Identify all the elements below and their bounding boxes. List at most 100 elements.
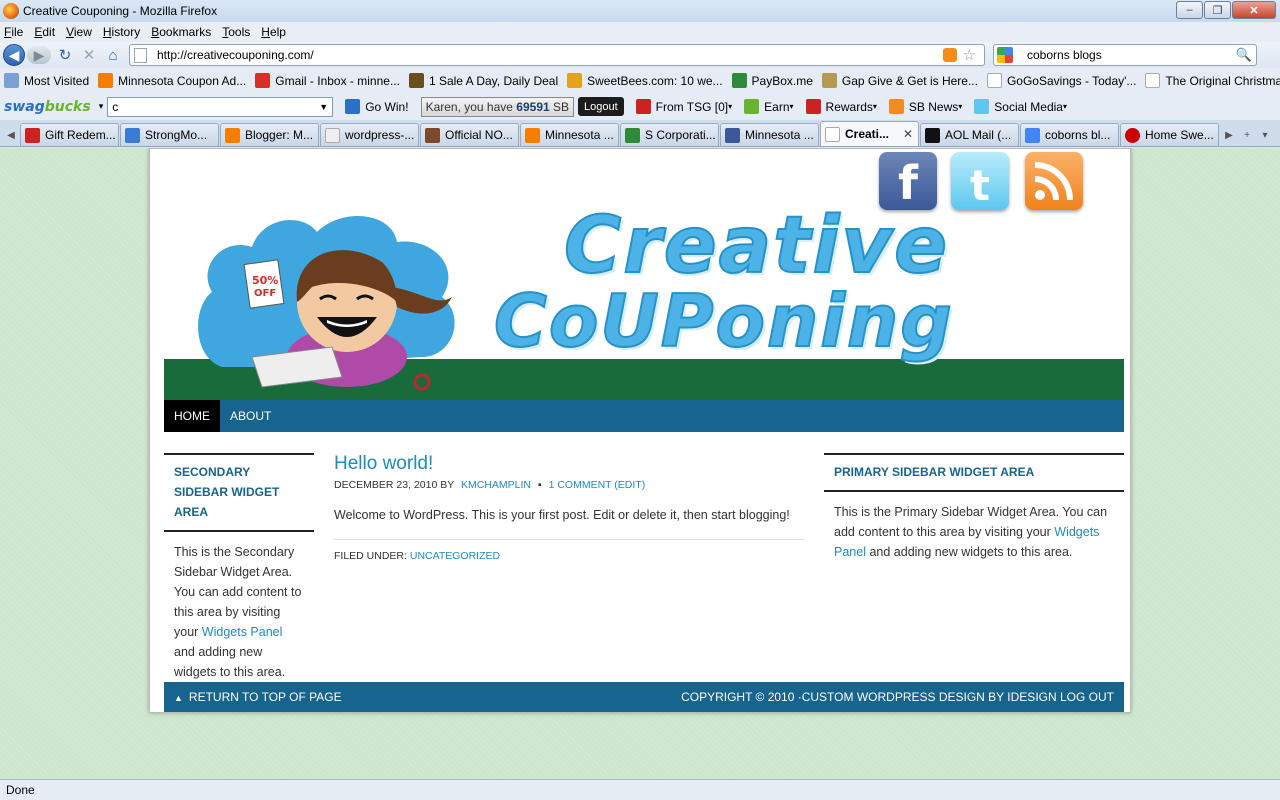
logout-button[interactable]: Logout <box>578 97 624 116</box>
post-meta: DECEMBER 23, 2010 BY KMCHAMPLIN ▪ 1 COMM… <box>334 479 804 491</box>
search-icon[interactable]: 🔍 <box>1236 47 1252 63</box>
sb-news-menu[interactable]: SB News ▾ <box>888 99 962 114</box>
bookmark-item[interactable]: 1 Sale A Day, Daily Deal <box>408 73 558 88</box>
bookmark-item[interactable]: SweetBees.com: 10 we... <box>567 73 723 88</box>
social-icon <box>974 99 990 114</box>
status-text: Done <box>6 783 35 797</box>
rss-icon[interactable] <box>1025 152 1083 210</box>
gmail-icon <box>255 73 271 88</box>
play-icon <box>345 99 361 114</box>
go-win-button[interactable]: Go Win! <box>345 99 409 114</box>
bookmark-item[interactable]: Gap Give & Get is Here... <box>821 73 978 88</box>
swagbucks-logo[interactable]: swagbucks <box>4 99 91 115</box>
feed-icon[interactable] <box>942 48 957 62</box>
bookmark-item[interactable]: Most Visited <box>4 73 89 88</box>
tab-icon <box>425 127 440 143</box>
tsg-icon <box>635 99 651 114</box>
bookmark-icon <box>821 73 837 88</box>
browser-tab[interactable]: AOL Mail (... <box>920 123 1019 146</box>
post-date: DECEMBER 23, 2010 <box>334 479 438 491</box>
bookmark-item[interactable]: PayBox.me <box>731 73 813 88</box>
mascot-illustration: 50% OFF <box>198 215 455 391</box>
menu-file[interactable]: File <box>4 25 23 39</box>
swagbucks-balance: Karen, you have 69591 SB <box>420 96 575 117</box>
post-title[interactable]: Hello world! <box>334 453 804 475</box>
new-tab-icon[interactable]: + <box>1238 124 1256 146</box>
aol-icon <box>925 127 940 143</box>
browser-tab[interactable]: Official NO... <box>420 123 519 146</box>
tab-scroll-right-icon[interactable]: ▶ <box>1220 124 1238 146</box>
forward-button[interactable]: ▶ <box>27 46 51 64</box>
search-bar[interactable]: coborns blogs 🔍 <box>993 44 1257 66</box>
menu-tools[interactable]: Tools <box>222 25 250 39</box>
from-tsg-menu[interactable]: From TSG [0] ▾ <box>635 99 732 114</box>
google-icon[interactable] <box>997 47 1013 63</box>
url-text[interactable]: http://creativecouponing.com/ <box>157 48 943 62</box>
address-bar[interactable]: http://creativecouponing.com/ ☆ <box>129 44 985 66</box>
social-media-menu[interactable]: Social Media ▾ <box>974 99 1067 114</box>
window-titlebar: Creative Couponing - Mozilla Firefox – ❐… <box>0 0 1280 22</box>
page-icon <box>825 126 840 142</box>
bookmark-icon <box>408 73 424 88</box>
browser-tab[interactable]: Blogger: M... <box>220 123 319 146</box>
bookmark-item[interactable]: The Original Christma... <box>1145 73 1280 88</box>
site-logo[interactable]: Creative CoUPoning <box>493 206 954 358</box>
swagbucks-search-input[interactable]: c ▼ <box>107 96 334 117</box>
menu-bookmarks[interactable]: Bookmarks <box>151 25 211 39</box>
bookmark-star-icon[interactable]: ☆ <box>963 46 976 64</box>
nav-home[interactable]: HOME <box>164 400 220 432</box>
site-header: f t 50% OFF Creative CoUPoning <box>164 149 1124 400</box>
browser-tab[interactable]: Minnesota ... <box>720 123 819 146</box>
browser-tab[interactable]: Home Swe... <box>1120 123 1219 146</box>
twitter-icon[interactable]: t <box>951 152 1009 210</box>
rewards-menu[interactable]: Rewards ▾ <box>805 99 877 114</box>
secondary-sidebar-title: SECONDARY SIDEBAR WIDGET AREA <box>164 453 314 532</box>
bookmark-item[interactable]: Gmail - Inbox - minne... <box>255 73 400 88</box>
nav-about[interactable]: ABOUT <box>220 400 281 432</box>
site-container: f t 50% OFF Creative CoUPoning HOME ABOU… <box>149 148 1131 713</box>
bookmark-item[interactable]: GoGoSavings - Today'... <box>986 73 1136 88</box>
tab-scroll-left-icon[interactable]: ◀ <box>2 124 20 146</box>
minimize-button[interactable]: – <box>1176 1 1203 19</box>
chevron-down-icon[interactable]: ▾ <box>1256 124 1274 146</box>
menu-history[interactable]: History <box>103 25 140 39</box>
post-categories: FILED UNDER: UNCATEGORIZED <box>334 550 501 562</box>
stop-icon[interactable]: ✕ <box>79 45 99 65</box>
browser-tab[interactable]: coborns bl... <box>1020 123 1119 146</box>
home-icon[interactable]: ⌂ <box>103 45 123 65</box>
menu-view[interactable]: View <box>66 25 92 39</box>
reload-icon[interactable]: ↻ <box>55 45 75 65</box>
bullet-separator: ▪ <box>537 479 542 491</box>
earn-icon <box>744 99 760 114</box>
bookmark-item[interactable]: Minnesota Coupon Ad... <box>98 73 246 88</box>
bookmark-icon <box>4 73 19 88</box>
bookmark-icon <box>731 73 747 88</box>
maximize-button[interactable]: ❐ <box>1204 1 1231 19</box>
browser-tab[interactable]: Gift Redem... <box>20 123 119 146</box>
browser-tab[interactable]: S Corporati... <box>620 123 719 146</box>
category-link[interactable]: UNCATEGORIZED <box>410 550 500 562</box>
svg-text:50%: 50% <box>252 274 278 287</box>
page-icon <box>325 127 340 143</box>
post-author-link[interactable]: KMCHAMPLIN <box>461 479 531 491</box>
rss-icon <box>888 99 904 114</box>
chevron-down-icon[interactable]: ▼ <box>319 102 328 112</box>
comments-link[interactable]: 1 COMMENT (EDIT) <box>549 479 646 491</box>
browser-tab[interactable]: StrongMo... <box>120 123 219 146</box>
blogger-icon <box>225 127 240 143</box>
close-window-button[interactable]: ✕ <box>1232 1 1276 19</box>
chevron-down-icon[interactable]: ▾ <box>99 101 104 112</box>
search-input[interactable]: coborns blogs <box>1027 48 1236 62</box>
browser-tab[interactable]: wordpress-... <box>320 123 419 146</box>
menu-help[interactable]: Help <box>261 25 286 39</box>
back-button[interactable]: ◀ <box>3 44 25 66</box>
earn-menu[interactable]: Earn ▾ <box>744 99 794 114</box>
facebook-icon <box>725 127 740 143</box>
return-to-top-link[interactable]: ▲ RETURN TO TOP OF PAGE <box>174 690 342 704</box>
browser-tab[interactable]: Minnesota ... <box>520 123 619 146</box>
close-tab-icon[interactable]: ✕ <box>903 127 913 141</box>
menu-bar: File Edit View History Bookmarks Tools H… <box>0 22 1280 42</box>
browser-tab-active[interactable]: Creati... ✕ <box>820 121 919 146</box>
menu-edit[interactable]: Edit <box>34 25 55 39</box>
widgets-panel-link[interactable]: Widgets Panel <box>202 625 283 639</box>
